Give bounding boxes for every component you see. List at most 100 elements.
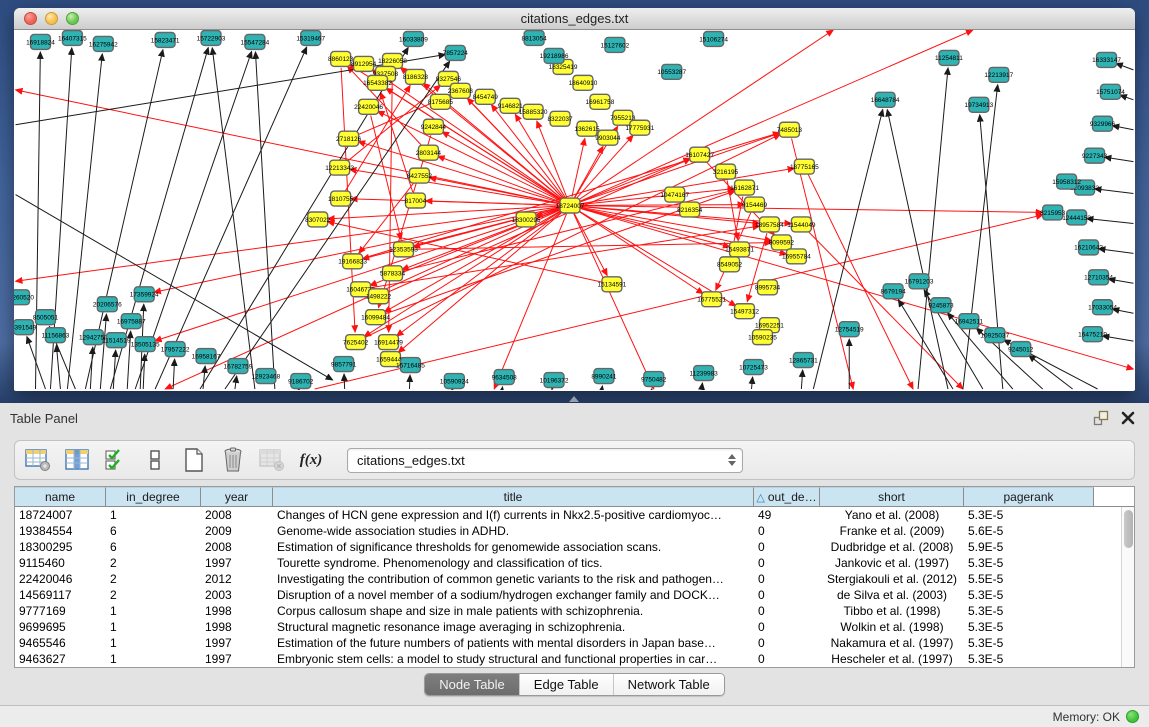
column-header-title[interactable]: title [273, 487, 754, 506]
network-node[interactable]: 15547284 [240, 34, 269, 49]
zoom-window-button[interactable] [66, 12, 79, 25]
network-node[interactable]: 10925037 [980, 328, 1009, 343]
network-node[interactable]: 8505051 [33, 310, 59, 325]
tab-node-table[interactable]: Node Table [425, 674, 519, 695]
table-row[interactable]: 911546021997Tourette syndrome. Phenomeno… [15, 555, 1134, 571]
network-node[interactable]: 8427552 [407, 168, 433, 183]
network-window-titlebar[interactable]: citations_edges.txt [14, 8, 1135, 30]
network-node[interactable]: 8216354 [677, 202, 703, 217]
network-node[interactable]: 5878334 [380, 266, 406, 281]
function-builder-icon[interactable]: f(x) [296, 445, 326, 475]
network-node[interactable]: 18640910 [569, 75, 598, 90]
network-node[interactable]: 16210643 [1074, 240, 1103, 255]
network-node[interactable]: 2718126 [336, 131, 362, 146]
table-row[interactable]: 1872400712008Changes of HCN gene express… [15, 507, 1134, 523]
network-node[interactable]: 22420046 [354, 99, 383, 114]
close-panel-icon[interactable] [1121, 411, 1135, 425]
network-node[interactable]: 16333147 [1092, 52, 1121, 67]
network-node[interactable]: 12754519 [835, 322, 864, 337]
network-node[interactable]: 9245873 [928, 298, 954, 313]
network-node[interactable]: 7857224 [443, 45, 469, 60]
table-vertical-scrollbar[interactable] [1121, 507, 1134, 667]
network-node[interactable]: 11514519 [102, 333, 131, 348]
network-node[interactable]: 16775521 [697, 292, 726, 307]
table-row[interactable]: 1456911722003Disruption of a novel membe… [15, 587, 1134, 603]
network-node[interactable]: 8099592 [769, 235, 795, 250]
network-node[interactable]: 8215953 [1040, 205, 1066, 220]
network-node[interactable]: 16958167 [192, 349, 221, 364]
network-node[interactable]: 9857791 [331, 357, 357, 372]
network-node[interactable]: 17957222 [161, 342, 190, 357]
close-window-button[interactable] [24, 12, 37, 25]
network-node[interactable]: 12710354 [1084, 270, 1113, 285]
network-node[interactable]: 15722903 [197, 30, 226, 45]
network-node[interactable]: 21260520 [14, 290, 34, 305]
network-node[interactable]: 16648784 [871, 92, 900, 107]
network-node[interactable]: 8391549 [14, 320, 37, 335]
new-column-icon[interactable] [179, 445, 209, 475]
network-node[interactable]: 16033809 [399, 31, 428, 46]
network-node[interactable]: 13505135 [131, 337, 160, 352]
network-node[interactable]: 15751074 [1096, 84, 1125, 99]
network-node[interactable]: 11156863 [42, 328, 70, 343]
network-node[interactable]: 15127602 [600, 37, 629, 52]
network-node[interactable]: 7485013 [777, 122, 803, 137]
network-node[interactable]: 17359924 [130, 287, 159, 302]
network-node[interactable]: 19218986 [540, 48, 569, 63]
network-canvas[interactable]: 1872400718300295886012389129541822605893… [14, 30, 1135, 390]
network-node[interactable]: 16099484 [361, 310, 390, 325]
scrollbar-thumb[interactable] [1124, 510, 1133, 548]
network-node[interactable]: 12353593 [389, 242, 418, 257]
network-node[interactable]: 8186328 [403, 69, 429, 84]
panel-resize-grip[interactable] [569, 396, 579, 402]
network-node[interactable]: 16975887 [117, 314, 146, 329]
network-node[interactable]: 16475219 [1078, 327, 1107, 342]
network-node[interactable]: 16918824 [26, 34, 55, 49]
tab-edge-table[interactable]: Edge Table [519, 674, 613, 695]
network-node[interactable]: 10590924 [440, 374, 469, 389]
network-node[interactable]: 8549052 [717, 257, 743, 272]
network-node[interactable]: 9227343 [1082, 148, 1108, 163]
network-node[interactable]: 7625402 [343, 335, 369, 350]
network-node[interactable]: 10474167 [660, 187, 689, 202]
table-row[interactable]: 1938455462009Genome-wide association stu… [15, 523, 1134, 539]
network-node[interactable]: 8679194 [881, 284, 907, 299]
network-node[interactable]: 16107427 [685, 147, 714, 162]
network-node[interactable]: 15319467 [296, 30, 325, 45]
network-node[interactable]: 10590235 [748, 330, 777, 345]
table-row[interactable]: 977716911998Corpus callosum shape and si… [15, 603, 1134, 619]
network-node[interactable]: 1362615 [574, 121, 600, 136]
network-node[interactable]: 16791203 [905, 274, 934, 289]
network-node[interactable]: 18957584 [755, 217, 784, 232]
network-node[interactable]: 15134591 [598, 277, 627, 292]
network-node[interactable]: 16162871 [730, 180, 759, 195]
network-node[interactable]: 2367608 [448, 83, 474, 98]
network-node[interactable]: 15106274 [699, 31, 728, 46]
network-node[interactable]: 17033054 [1088, 300, 1117, 315]
network-node[interactable]: 15497312 [730, 304, 759, 319]
network-node[interactable]: 9634508 [492, 370, 518, 385]
network-node[interactable]: 10725473 [739, 360, 768, 375]
column-header-pagerank[interactable]: pagerank [964, 487, 1094, 506]
network-node[interactable]: 9245012 [1008, 342, 1034, 357]
network-node[interactable]: 8307022 [305, 212, 331, 227]
network-node[interactable]: 1498222 [366, 289, 392, 304]
table-row[interactable]: 946362711997Embryonic stem cells: a mode… [15, 651, 1134, 667]
network-node[interactable]: 15958312 [1052, 174, 1081, 189]
select-rows-icon[interactable] [101, 445, 131, 475]
table-row[interactable]: 946554611997Estimation of the future num… [15, 635, 1134, 651]
network-node[interactable]: 16955784 [782, 249, 811, 264]
network-node[interactable]: 10553287 [657, 64, 686, 79]
delete-column-icon[interactable] [218, 445, 248, 475]
table-row[interactable]: 969969511998Structural magnetic resonanc… [15, 619, 1134, 635]
network-node[interactable]: 15493871 [725, 242, 754, 257]
column-header-out_degree[interactable]: △out_de… [754, 487, 820, 506]
network-node[interactable]: 20206576 [93, 297, 122, 312]
unselect-rows-icon[interactable] [140, 445, 170, 475]
network-node[interactable]: 9329966 [1090, 116, 1116, 131]
network-node[interactable]: 12444153 [1062, 210, 1091, 225]
column-select-icon[interactable] [62, 445, 92, 475]
network-node[interactable]: 17775931 [625, 120, 654, 135]
table-selector[interactable]: citations_edges.txt [347, 448, 743, 473]
network-node[interactable]: 11239983 [689, 366, 718, 381]
